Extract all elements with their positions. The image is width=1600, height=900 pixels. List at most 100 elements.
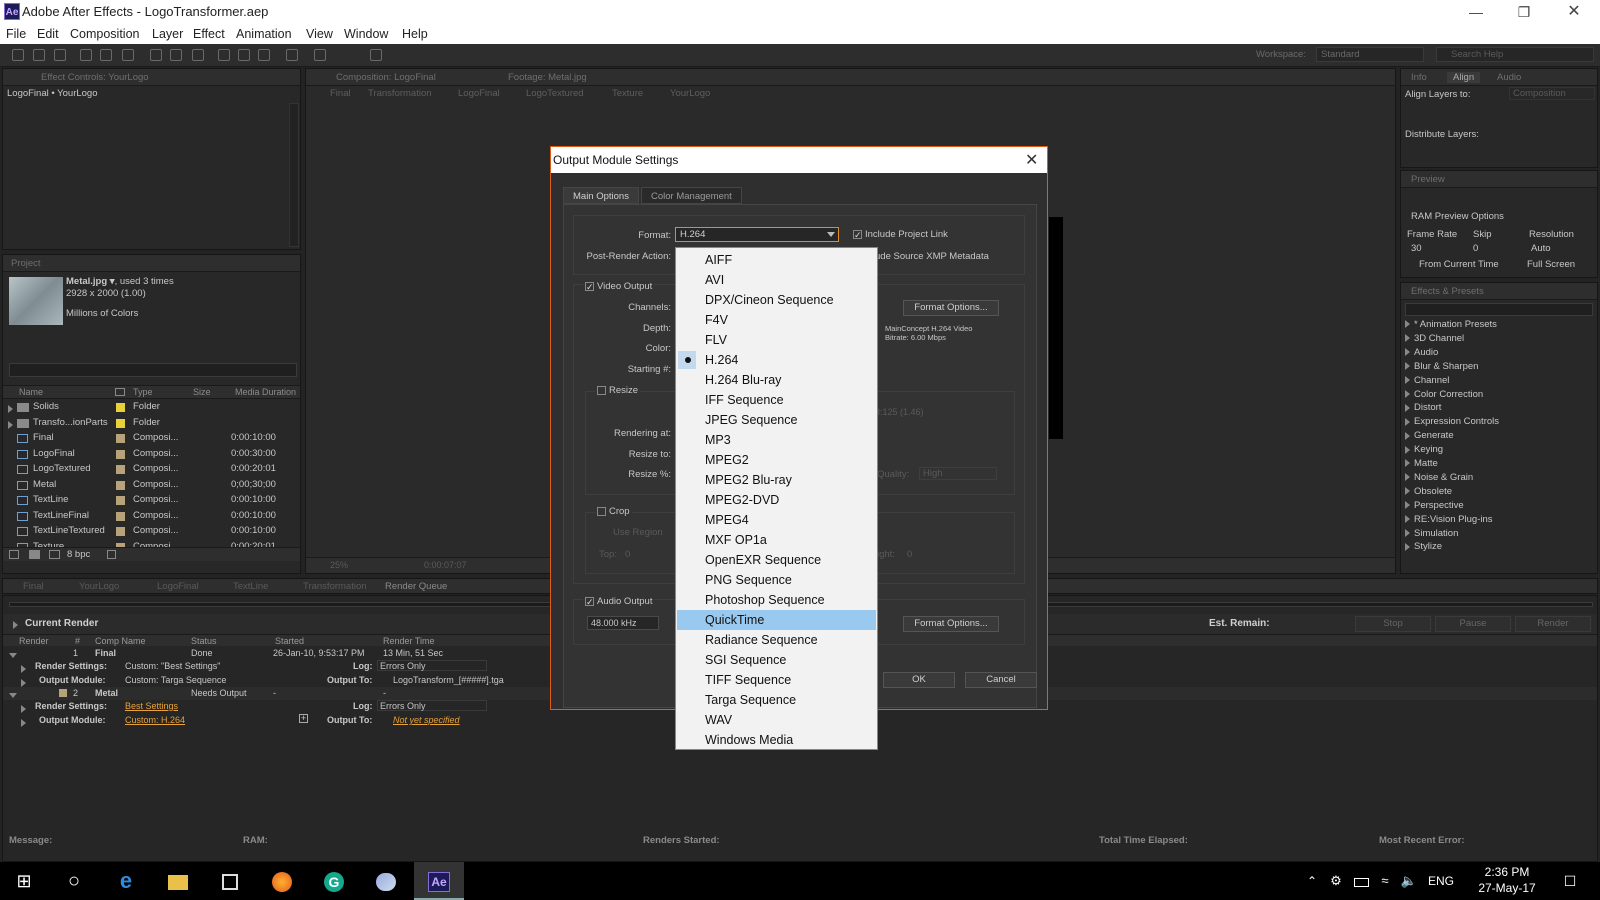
- rs-value-1[interactable]: Custom: "Best Settings": [125, 661, 220, 671]
- format-option[interactable]: FLV: [677, 330, 876, 350]
- camera-tool-icon[interactable]: [100, 49, 112, 61]
- zoom-select[interactable]: 25%: [330, 560, 348, 570]
- from-current-time-checkbox[interactable]: From Current Time: [1419, 259, 1499, 270]
- om-value-1[interactable]: Custom: Targa Sequence: [125, 675, 226, 685]
- effects-category[interactable]: Matte: [1405, 458, 1438, 469]
- format-option[interactable]: IFF Sequence: [677, 390, 876, 410]
- resize-quality-select[interactable]: High: [919, 467, 997, 480]
- expand-category-icon[interactable]: [1405, 362, 1410, 371]
- expand-category-icon[interactable]: [1405, 417, 1410, 426]
- crop-checkbox[interactable]: Crop: [595, 506, 632, 517]
- out-value-1[interactable]: LogoTransform_[#####].tga: [393, 675, 504, 685]
- tab-main-options[interactable]: Main Options: [563, 187, 639, 204]
- action-center-icon[interactable]: ☐: [1550, 862, 1590, 900]
- format-option[interactable]: OpenEXR Sequence: [677, 550, 876, 570]
- format-option[interactable]: MPEG2 Blu-ray: [677, 470, 876, 490]
- bpc-indicator[interactable]: 8 bpc: [67, 549, 90, 560]
- format-option[interactable]: F4V: [677, 310, 876, 330]
- effects-category[interactable]: 3D Channel: [1405, 333, 1464, 344]
- format-option[interactable]: AIFF: [677, 250, 876, 270]
- format-option[interactable]: PNG Sequence: [677, 570, 876, 590]
- ok-button[interactable]: OK: [883, 672, 955, 688]
- add-output-module-icon[interactable]: +: [299, 714, 308, 723]
- selection-tool-icon[interactable]: [12, 49, 24, 61]
- firefox-icon[interactable]: [258, 862, 306, 900]
- item-2-label-color[interactable]: [59, 689, 67, 697]
- col-name[interactable]: Name: [19, 387, 43, 397]
- effects-category[interactable]: RE:Vision Plug-ins: [1405, 514, 1493, 525]
- project-item[interactable]: TextLineFinal Composi... 0:00:10:00: [3, 510, 283, 524]
- effects-category[interactable]: Generate: [1405, 430, 1454, 441]
- format-option[interactable]: SGI Sequence: [677, 650, 876, 670]
- log-select-2[interactable]: Errors Only: [377, 700, 487, 711]
- cortana-search-icon[interactable]: ○: [50, 862, 98, 900]
- after-effects-taskbar-icon[interactable]: Ae: [414, 862, 464, 900]
- frame-rate-select[interactable]: 30: [1411, 243, 1422, 254]
- edge-browser-icon[interactable]: e: [102, 862, 150, 900]
- effects-category[interactable]: Blur & Sharpen: [1405, 361, 1478, 372]
- windows-start-icon[interactable]: ⊞: [0, 862, 48, 900]
- expand-render-settings-2-icon[interactable]: [21, 704, 26, 713]
- project-item[interactable]: LogoFinal Composi... 0:00:30:00: [3, 448, 283, 462]
- format-option[interactable]: H.264 Blu-ray: [677, 370, 876, 390]
- project-tab[interactable]: Project: [11, 258, 41, 269]
- format-option[interactable]: MPEG2-DVD: [677, 490, 876, 510]
- expand-category-icon[interactable]: [1405, 473, 1410, 482]
- tab-transformation[interactable]: Transformation: [303, 581, 367, 592]
- format-select[interactable]: H.264: [675, 227, 839, 242]
- expand-category-icon[interactable]: [1405, 334, 1410, 343]
- type-tool-icon[interactable]: [192, 49, 204, 61]
- expand-category-icon[interactable]: [1405, 528, 1410, 537]
- tab-info[interactable]: Info: [1411, 72, 1427, 83]
- effects-category[interactable]: Keying: [1405, 444, 1443, 455]
- label-color-swatch[interactable]: [116, 418, 125, 428]
- format-option[interactable]: AVI: [677, 270, 876, 290]
- grammarly-icon[interactable]: G: [310, 862, 358, 900]
- label-color-swatch[interactable]: [116, 511, 125, 521]
- paint-icon[interactable]: [362, 862, 410, 900]
- tab-effects-presets[interactable]: Effects & Presets: [1411, 286, 1484, 297]
- effects-category[interactable]: Distort: [1405, 402, 1441, 413]
- tab-audio[interactable]: Audio: [1497, 72, 1521, 83]
- label-color-swatch[interactable]: [116, 434, 125, 443]
- tab-align[interactable]: Align: [1447, 72, 1481, 83]
- effects-category[interactable]: Color Correction: [1405, 389, 1483, 400]
- tab-yourlogo[interactable]: YourLogo: [79, 581, 119, 592]
- audio-rate-select[interactable]: 48.000 kHz: [587, 616, 659, 630]
- format-option[interactable]: MPEG4: [677, 510, 876, 530]
- tab-render-queue[interactable]: Render Queue: [385, 581, 447, 592]
- stop-button[interactable]: Stop: [1355, 616, 1431, 632]
- menu-help[interactable]: Help: [402, 27, 428, 41]
- resize-checkbox[interactable]: Resize: [595, 385, 641, 396]
- full-screen-checkbox[interactable]: Full Screen: [1527, 259, 1575, 270]
- crop-top-value[interactable]: 0: [625, 549, 630, 560]
- expand-output-module-2-icon[interactable]: [21, 718, 26, 727]
- menu-composition[interactable]: Composition: [70, 27, 139, 41]
- roto-brush-tool-icon[interactable]: [286, 49, 298, 61]
- effects-category[interactable]: Simulation: [1405, 528, 1458, 539]
- expand-category-icon[interactable]: [1405, 389, 1410, 398]
- label-color-swatch[interactable]: [116, 465, 125, 474]
- expand-item-1-icon[interactable]: [9, 652, 17, 658]
- format-option[interactable]: MXF OP1a: [677, 530, 876, 550]
- project-item[interactable]: TextLineTextured Composi... 0:00:10:00: [3, 525, 283, 539]
- volume-icon[interactable]: 🔈: [1398, 862, 1420, 900]
- clock-date[interactable]: 27-May-17: [1472, 881, 1542, 895]
- expand-category-icon[interactable]: [1405, 376, 1410, 385]
- effects-category[interactable]: Channel: [1405, 375, 1449, 386]
- label-color-swatch[interactable]: [116, 496, 125, 505]
- format-option[interactable]: Photoshop Sequence: [677, 590, 876, 610]
- pen-tool-icon[interactable]: [170, 49, 182, 61]
- format-option[interactable]: Radiance Sequence: [677, 630, 876, 650]
- minimize-button[interactable]: —: [1456, 2, 1496, 22]
- col-type[interactable]: Type: [133, 387, 153, 397]
- menu-effect[interactable]: Effect: [193, 27, 225, 41]
- new-folder-icon[interactable]: [29, 550, 40, 559]
- expand-category-icon[interactable]: [1405, 403, 1410, 412]
- effects-search-input[interactable]: [1405, 303, 1593, 316]
- eraser-tool-icon[interactable]: [258, 49, 270, 61]
- dialog-close-icon[interactable]: ✕: [1025, 150, 1038, 170]
- search-help-input[interactable]: Search Help: [1436, 47, 1594, 62]
- language-indicator[interactable]: ENG: [1428, 874, 1454, 888]
- new-comp-icon[interactable]: [49, 550, 60, 559]
